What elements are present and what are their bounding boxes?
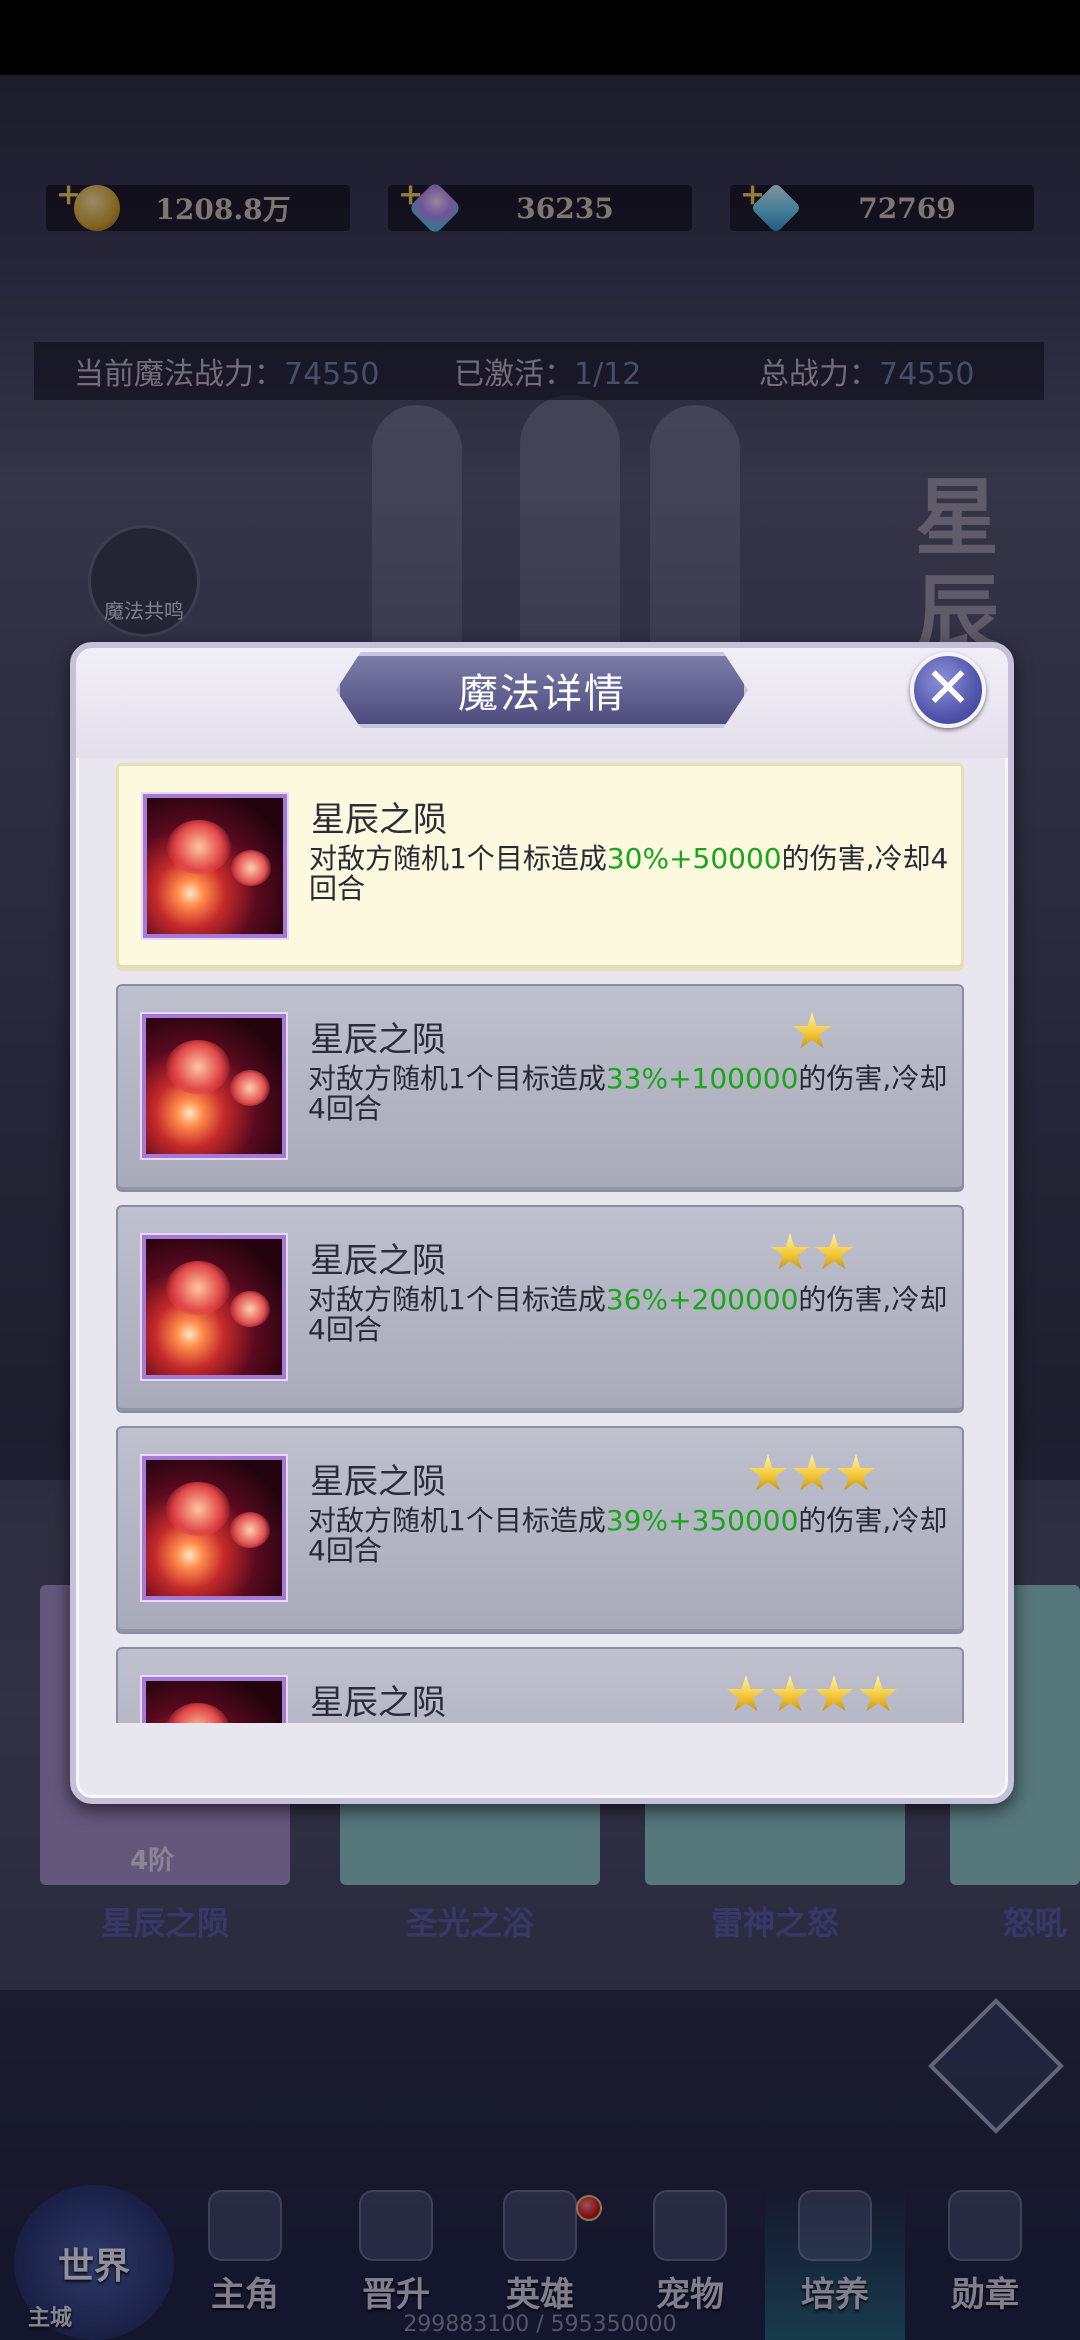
meteor-skill-icon xyxy=(142,1235,286,1379)
skill-description: 对敌方随机1个目标造成33%+100000的伤害,冷却4回合 xyxy=(308,1062,948,1125)
star-icon xyxy=(726,1675,766,1712)
meteor-skill-icon xyxy=(143,794,287,938)
star-icon xyxy=(814,1675,854,1712)
meteor-skill-icon xyxy=(142,1677,286,1723)
skill-level-card-3[interactable]: 星辰之陨 对敌方随机1个目标造成39%+350000的伤害,冷却4回合 xyxy=(116,1426,964,1634)
skill-level-card-4[interactable]: 星辰之陨 xyxy=(116,1647,964,1723)
dialog-title: 魔法详情 xyxy=(336,652,748,728)
skill-name: 星辰之陨 xyxy=(310,1683,446,1723)
star-icon xyxy=(792,1454,832,1491)
star-rating xyxy=(792,1012,832,1052)
meteor-skill-icon xyxy=(142,1456,286,1600)
star-icon xyxy=(770,1675,810,1712)
skill-name: 星辰之陨 xyxy=(310,1462,446,1502)
star-icon xyxy=(836,1454,876,1491)
skill-description: 对敌方随机1个目标造成39%+350000的伤害,冷却4回合 xyxy=(308,1504,948,1567)
star-rating xyxy=(748,1454,876,1494)
skill-name: 星辰之陨 xyxy=(310,1241,446,1281)
star-icon xyxy=(792,1012,832,1049)
star-icon xyxy=(858,1675,898,1712)
star-rating xyxy=(770,1233,854,1273)
skill-level-list[interactable]: 星辰之陨 对敌方随机1个目标造成30%+50000的伤害,冷却4回合 星辰之陨 … xyxy=(116,763,964,1723)
status-bar xyxy=(0,0,1080,75)
star-rating xyxy=(726,1675,898,1715)
star-icon xyxy=(770,1233,810,1270)
meteor-skill-icon xyxy=(142,1014,286,1158)
star-icon xyxy=(814,1233,854,1270)
skill-description: 对敌方随机1个目标造成36%+200000的伤害,冷却4回合 xyxy=(308,1283,948,1346)
close-icon[interactable]: ✕ xyxy=(910,652,986,728)
star-icon xyxy=(748,1454,788,1491)
skill-level-card-2[interactable]: 星辰之陨 对敌方随机1个目标造成36%+200000的伤害,冷却4回合 xyxy=(116,1205,964,1413)
skill-name: 星辰之陨 xyxy=(311,800,447,840)
skill-name: 星辰之陨 xyxy=(310,1020,446,1060)
skill-level-card-1[interactable]: 星辰之陨 对敌方随机1个目标造成33%+100000的伤害,冷却4回合 xyxy=(116,984,964,1192)
skill-description: 对敌方随机1个目标造成30%+50000的伤害,冷却4回合 xyxy=(309,842,949,905)
skill-level-card-0[interactable]: 星辰之陨 对敌方随机1个目标造成30%+50000的伤害,冷却4回合 xyxy=(116,763,964,971)
